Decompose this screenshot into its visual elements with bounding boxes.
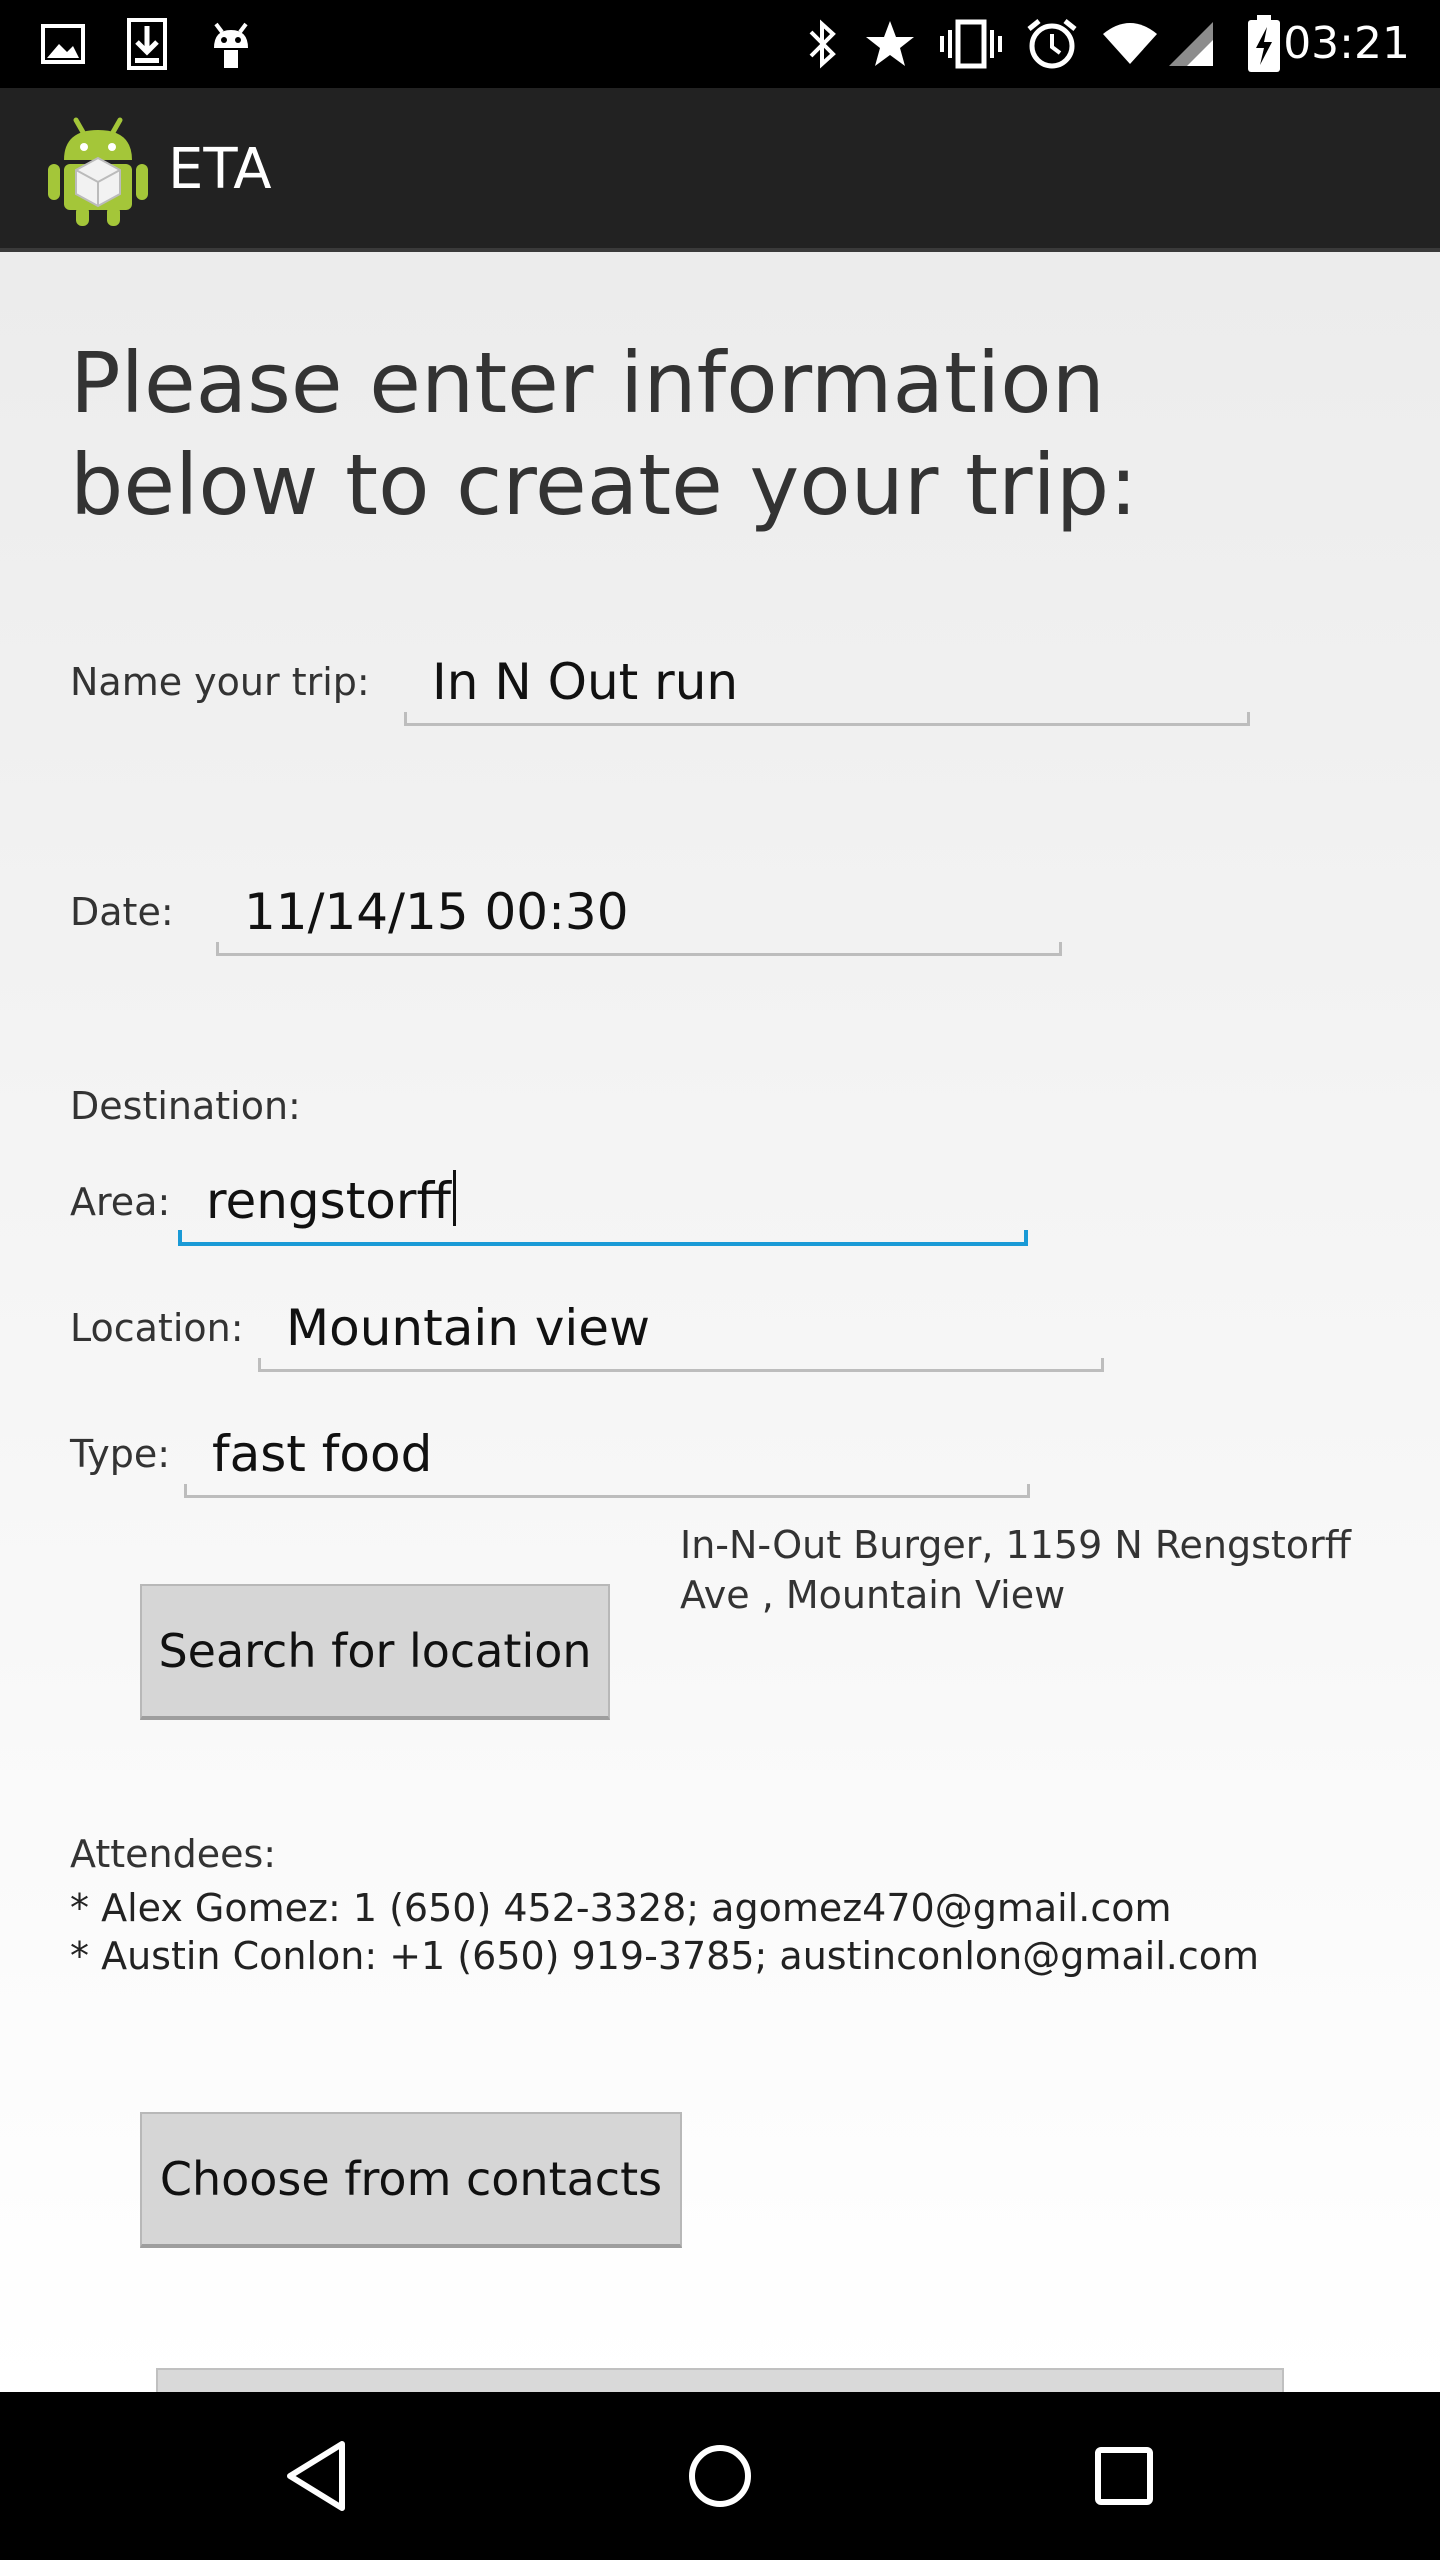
location-label: Location: bbox=[70, 1306, 244, 1350]
attendee-item: * Alex Gomez: 1 (650) 452-3328; agomez47… bbox=[70, 1886, 1172, 1930]
type-label: Type: bbox=[70, 1432, 171, 1476]
trip-form: Please enter information below to create… bbox=[0, 252, 1440, 2392]
clock: 03:21 bbox=[1283, 18, 1410, 69]
recents-icon[interactable] bbox=[1074, 2426, 1174, 2526]
page-title: Please enter information below to create… bbox=[70, 334, 1138, 534]
attendee-item: * Austin Conlon: +1 (650) 919-3785; aust… bbox=[70, 1934, 1260, 1978]
partially-visible-button[interactable] bbox=[156, 2368, 1284, 2392]
date-field[interactable]: 11/14/15 00:30 bbox=[216, 866, 1062, 956]
image-icon bbox=[38, 16, 88, 72]
download-icon bbox=[122, 16, 172, 72]
trip-name-field[interactable]: In N Out run bbox=[404, 636, 1250, 726]
navigation-bar bbox=[0, 2392, 1440, 2560]
battery-charging-icon bbox=[1244, 15, 1284, 72]
search-location-button[interactable]: Search for location bbox=[140, 1584, 610, 1720]
destination-label: Destination: bbox=[70, 1084, 301, 1128]
status-bar: 03:21 bbox=[0, 0, 1440, 88]
area-value: rengstorff bbox=[206, 1172, 451, 1230]
vibrate-icon bbox=[938, 16, 1004, 72]
action-bar: ETA bbox=[0, 88, 1440, 252]
area-field[interactable]: rengstorff bbox=[178, 1156, 1028, 1246]
signal-icon bbox=[1166, 16, 1216, 72]
attendees-label: Attendees: bbox=[70, 1832, 277, 1876]
date-value: 11/14/15 00:30 bbox=[244, 883, 629, 941]
date-label: Date: bbox=[70, 890, 174, 934]
choose-contacts-button[interactable]: Choose from contacts bbox=[140, 2112, 682, 2248]
trip-name-value: In N Out run bbox=[432, 653, 739, 711]
android-icon bbox=[206, 16, 256, 72]
area-label: Area: bbox=[70, 1180, 171, 1224]
text-cursor bbox=[452, 1170, 456, 1226]
alarm-icon bbox=[1024, 16, 1080, 72]
back-icon[interactable] bbox=[266, 2426, 366, 2526]
home-icon[interactable] bbox=[670, 2426, 770, 2526]
area-value-wrapper: rengstorff bbox=[206, 1170, 456, 1230]
app-icon bbox=[48, 114, 148, 226]
trip-name-label: Name your trip: bbox=[70, 660, 370, 704]
location-value: Mountain view bbox=[286, 1299, 650, 1357]
location-field[interactable]: Mountain view bbox=[258, 1282, 1104, 1372]
app-title: ETA bbox=[168, 137, 272, 202]
bluetooth-icon bbox=[800, 16, 844, 72]
star-icon bbox=[862, 16, 918, 72]
wifi-icon bbox=[1100, 16, 1160, 72]
type-field[interactable]: fast food bbox=[184, 1408, 1030, 1498]
search-result-text: In-N-Out Burger, 1159 N Rengstorff Ave ,… bbox=[680, 1523, 1351, 1617]
type-value: fast food bbox=[212, 1425, 433, 1483]
